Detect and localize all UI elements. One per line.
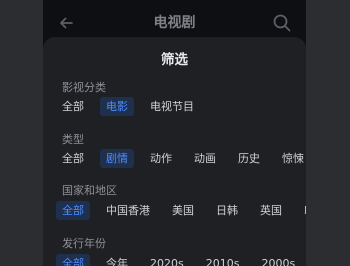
- filter-chip-year[interactable]: 今年: [100, 254, 134, 266]
- filter-sheet: 筛选 影视分类 全部 电影 电视节目 类型 全部 剧情 动作 动画 历史 惊悚 国家和地区 全…: [43, 37, 306, 266]
- filter-chip-year[interactable]: 2000s: [255, 254, 301, 266]
- filter-chip-region[interactable]: 日韩: [210, 201, 244, 220]
- filter-label-type: 类型: [62, 133, 84, 146]
- filter-chip-category[interactable]: 电影: [100, 97, 134, 116]
- filter-label-region: 国家和地区: [62, 184, 117, 197]
- filter-options-type: 全部 剧情 动作 动画 历史 惊悚: [62, 149, 306, 168]
- filter-chip-region[interactable]: 印: [298, 201, 306, 220]
- filter-label-year: 发行年份: [62, 237, 106, 250]
- filter-chip-year[interactable]: 2010s: [200, 254, 246, 266]
- page-title: 电视剧: [153, 15, 196, 31]
- arrow-left-icon[interactable]: [57, 14, 75, 32]
- filter-chip-type[interactable]: 惊悚: [276, 149, 306, 168]
- filter-chip-region[interactable]: 中国香港: [100, 201, 156, 220]
- filter-chip-type[interactable]: 剧情: [100, 149, 134, 168]
- filter-chip-year[interactable]: 全部: [56, 254, 90, 266]
- filter-chip-type[interactable]: 全部: [56, 149, 90, 168]
- filter-chip-region[interactable]: 美国: [166, 201, 200, 220]
- filter-chip-type[interactable]: 历史: [232, 149, 266, 168]
- filter-label-category: 影视分类: [62, 81, 106, 94]
- filter-chip-type[interactable]: 动画: [188, 149, 222, 168]
- filter-chip-region[interactable]: 全部: [56, 201, 90, 220]
- filter-chip-type[interactable]: 动作: [144, 149, 178, 168]
- filter-options-year: 全部今年2020s2010s2000s1: [56, 254, 306, 266]
- filter-options-region: 全部中国香港美国日韩英国印: [56, 201, 306, 220]
- filter-chip-region[interactable]: 英国: [254, 201, 288, 220]
- sheet-title: 筛选: [161, 52, 188, 68]
- filter-chip-year[interactable]: 2020s: [144, 254, 190, 266]
- filter-chip-category[interactable]: 电视节目: [144, 97, 200, 116]
- filter-chip-category[interactable]: 全部: [56, 97, 90, 116]
- phone-screen: 电视剧 筛选 影视分类 全部 电影 电视节目 类型 全部 剧情 动作 动画 历史 惊悚 国家和…: [43, 0, 306, 266]
- filter-options-category: 全部 电影 电视节目: [62, 97, 306, 116]
- search-icon[interactable]: [272, 13, 292, 33]
